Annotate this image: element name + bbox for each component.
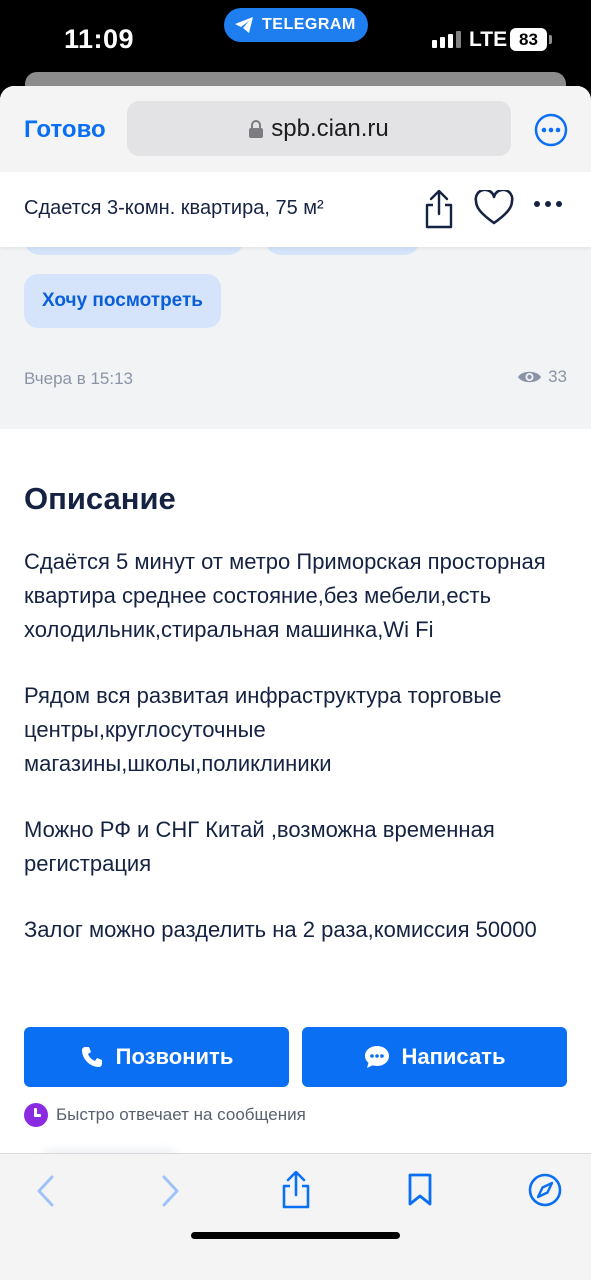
telegram-return-pill[interactable]: TELEGRAM: [224, 8, 368, 42]
battery-level: 83: [519, 29, 538, 49]
url-field[interactable]: spb.cian.ru: [127, 101, 511, 156]
fast-reply-text: Быстро отвечает на сообщения: [56, 1105, 306, 1124]
share-icon[interactable]: [423, 189, 455, 229]
description-body: Сдаётся 5 минут от метро Приморская прос…: [24, 545, 569, 979]
more-options-icon[interactable]: [534, 113, 568, 147]
done-button[interactable]: Готово: [24, 116, 106, 144]
views-count: 33: [548, 367, 567, 386]
listing-actions-section: Хочу посмотреть Вчера в 15:13 33: [0, 237, 591, 429]
phone-icon: [81, 1047, 102, 1067]
description-heading: Описание: [24, 481, 176, 516]
bookmark-icon[interactable]: [406, 1173, 434, 1207]
url-text: spb.cian.ru: [271, 114, 389, 142]
lock-icon: [249, 119, 264, 138]
telegram-pill-label: TELEGRAM: [262, 16, 356, 33]
description-paragraph: Можно РФ и СНГ Китай ,возможна временная…: [24, 817, 495, 876]
favorite-heart-icon[interactable]: [474, 190, 514, 226]
call-button[interactable]: Позвонить: [24, 1027, 289, 1087]
clock-icon: [24, 1103, 48, 1127]
compass-icon[interactable]: [528, 1173, 562, 1207]
description-paragraph: Залог можно разделить на 2 раза,комиссия…: [24, 917, 537, 942]
back-chevron-icon[interactable]: [34, 1174, 58, 1208]
want-to-view-chip[interactable]: Хочу посмотреть: [24, 274, 221, 328]
call-button-label: Позвонить: [115, 1044, 234, 1069]
share-icon[interactable]: [281, 1171, 311, 1209]
network-type: LTE: [469, 28, 508, 51]
browser-toolbar: Готово spb.cian.ru: [0, 86, 591, 172]
write-button[interactable]: Написать: [302, 1027, 567, 1087]
forward-chevron-icon[interactable]: [158, 1174, 182, 1208]
browser-sheet: Готово spb.cian.ru Сдается 3-комн. кварт…: [0, 86, 591, 1280]
listing-title-bar: Сдается 3-комн. квартира, 75 м²: [0, 172, 591, 247]
write-button-label: Написать: [401, 1044, 506, 1069]
description-paragraph: Рядом вся развитая инфраструктура торгов…: [24, 683, 502, 776]
views-counter: 33: [517, 367, 567, 387]
fast-reply-badge: Быстро отвечает на сообщения: [24, 1103, 306, 1127]
cellular-signal-icon: [432, 31, 461, 48]
telegram-icon: [235, 17, 253, 33]
battery-icon: 83: [510, 28, 552, 51]
chat-bubble-icon: [364, 1046, 389, 1068]
posted-date: Вчера в 15:13: [24, 369, 134, 388]
eye-icon: [518, 371, 542, 383]
status-time: 11:09: [64, 24, 135, 54]
description-paragraph: Сдаётся 5 минут от метро Приморская прос…: [24, 549, 546, 642]
listing-title: Сдается 3-комн. квартира, 75 м²: [24, 197, 324, 219]
browser-bottom-toolbar: [0, 1153, 591, 1280]
status-bar: 11:09 TELEGRAM LTE 83: [0, 0, 591, 80]
more-dots-icon[interactable]: [533, 200, 563, 208]
home-indicator[interactable]: [191, 1232, 400, 1239]
